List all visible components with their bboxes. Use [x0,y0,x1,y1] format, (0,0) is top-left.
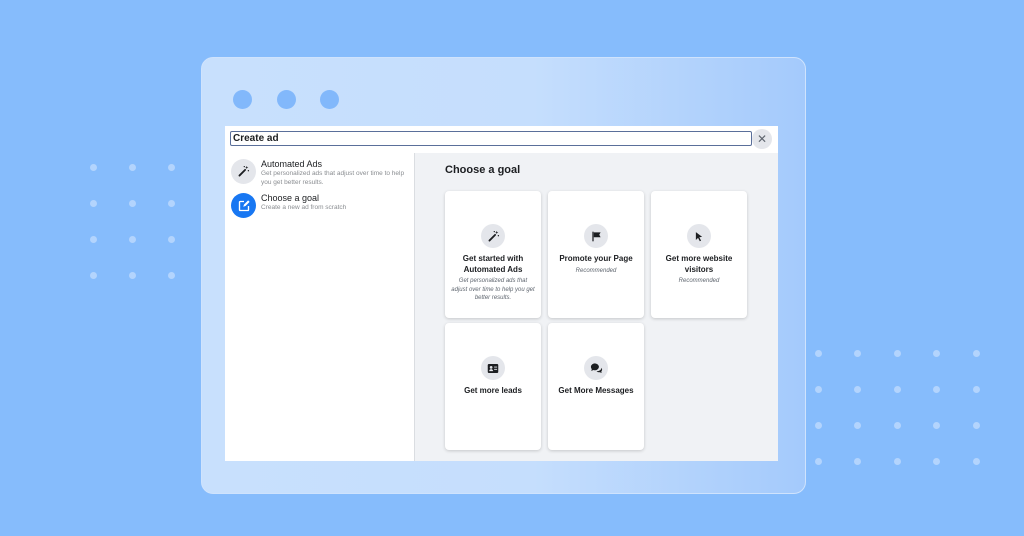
background-dot [90,164,97,171]
create-ad-dialog: Create ad ✕ Automated Ads Get personaliz… [225,126,778,461]
magic-wand-icon [231,159,256,184]
card-title: Get More Messages [558,386,634,395]
background-dot [129,236,136,243]
background-dot [973,458,980,465]
dialog-header: Create ad ✕ [225,126,778,153]
card-title: Get more website visitors [665,254,733,274]
goal-card-leads[interactable]: Get more leads [445,323,541,450]
background-dot [90,272,97,279]
background-dot [815,350,822,357]
background-dot [168,272,175,279]
card-title: Get more leads [464,386,522,395]
background-dot [973,386,980,393]
page-title: Choose a goal [445,164,521,176]
window-dot [320,90,339,109]
sidebar-item-automated-ads[interactable]: Automated Ads Get personalized ads that … [231,159,411,187]
goal-card-website-visitors[interactable]: Get more website visitors Recommended [651,191,747,318]
background-dot [854,386,861,393]
goal-panel: Choose a goal Get started with Automated… [415,153,778,461]
magic-wand-icon [481,224,505,248]
chat-bubbles-icon [584,356,608,380]
card-title: Get started with Automated Ads [462,254,524,274]
close-button[interactable]: ✕ [752,129,772,149]
background-dot [168,200,175,207]
background-dot [168,164,175,171]
sidebar-item-choose-goal[interactable]: Choose a goal Create a new ad from scrat… [231,193,411,218]
background-dot [894,386,901,393]
background-dot [894,350,901,357]
window-dot [233,90,252,109]
background-dot [973,350,980,357]
background-dot [815,386,822,393]
card-title: Promote your Page [559,254,633,263]
background-dot [168,236,175,243]
background-dot [854,350,861,357]
background-dot [854,422,861,429]
cursor-icon [687,224,711,248]
dialog-title: Create ad [230,131,752,146]
window-dot [277,90,296,109]
goal-card-automated-ads[interactable]: Get started with Automated Ads Get perso… [445,191,541,318]
goal-card-promote-page[interactable]: Promote your Page Recommended [548,191,644,318]
sidebar-item-title: Automated Ads [261,159,323,169]
sidebar: Automated Ads Get personalized ads that … [225,153,415,461]
goal-card-messages[interactable]: Get More Messages [548,323,644,450]
background-dot [933,386,940,393]
card-subtitle: Recommended [575,267,617,274]
card-subtitle: Recommended [678,278,720,284]
background-dot [933,458,940,465]
sidebar-item-subtitle: Get personalized ads that adjust over ti… [261,170,405,186]
close-icon: ✕ [756,132,768,146]
background-dot [90,236,97,243]
background-dot [129,164,136,171]
background-dot [894,458,901,465]
background-dot [815,422,822,429]
background-dot [933,422,940,429]
background-dot [894,422,901,429]
sidebar-item-title: Choose a goal [261,193,320,203]
background-dot [129,272,136,279]
background-dot [815,458,822,465]
contact-card-icon [481,356,505,380]
edit-icon [231,193,256,218]
sidebar-item-subtitle: Create a new ad from scratch [261,204,347,211]
background-dot [90,200,97,207]
background-dot [933,350,940,357]
background-dot [973,422,980,429]
flag-icon [584,224,608,248]
background-dot [854,458,861,465]
card-subtitle: Get personalized ads that adjust over ti… [451,278,535,301]
background-dot [129,200,136,207]
